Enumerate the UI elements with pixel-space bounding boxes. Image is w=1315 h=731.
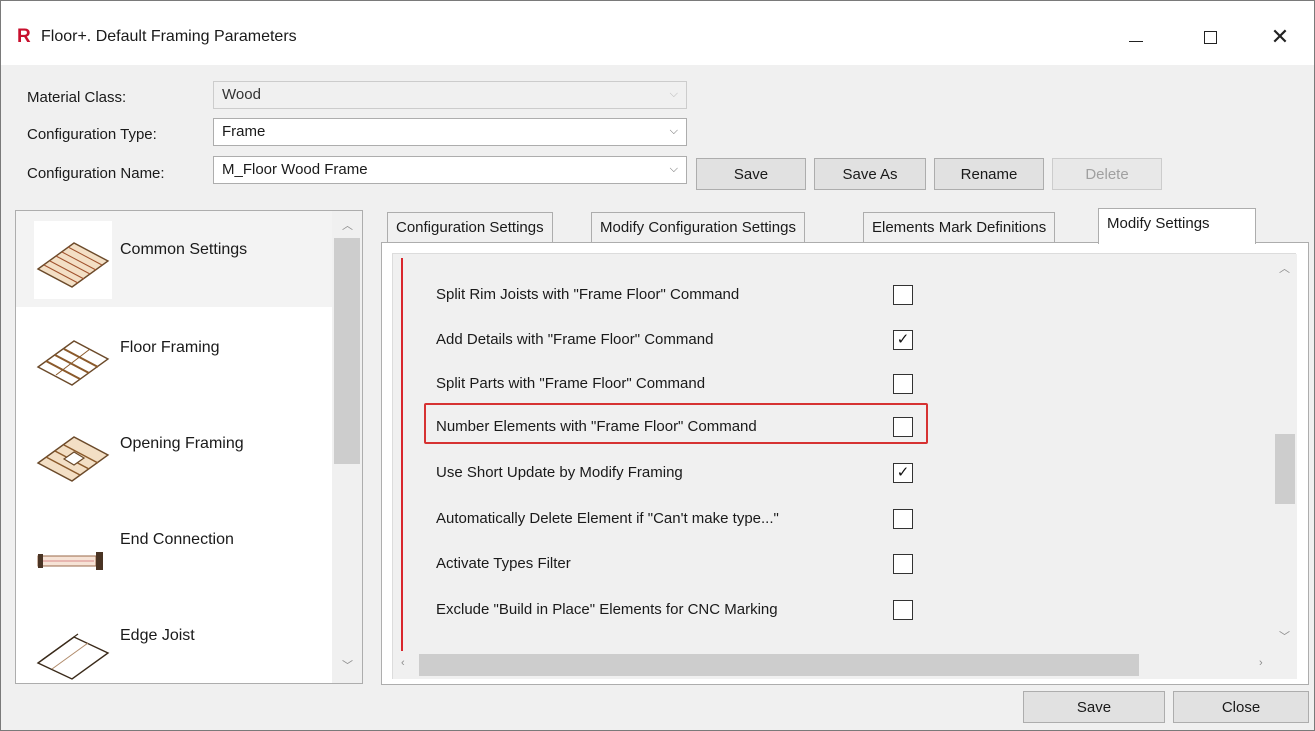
use-short-update-checkbox[interactable]: ✓	[893, 463, 913, 483]
window-title: Floor+. Default Framing Parameters	[41, 28, 297, 45]
activate-types-filter-checkbox[interactable]	[893, 554, 913, 574]
exclude-build-in-place-checkbox[interactable]	[893, 600, 913, 620]
list-item-label: Common Settings	[120, 241, 248, 258]
auto-delete-element-checkbox[interactable]	[893, 509, 913, 529]
revit-app-icon: R	[17, 26, 31, 47]
tab-modify-settings[interactable]: Modify Settings	[1098, 208, 1256, 244]
list-item-label: Floor Framing	[120, 339, 220, 356]
list-item-label: Opening Framing	[120, 435, 244, 452]
setting-label: Split Rim Joists with "Frame Floor" Comm…	[436, 286, 740, 303]
setting-label: Add Details with "Frame Floor" Command	[436, 331, 714, 348]
scroll-thumb[interactable]	[1275, 434, 1295, 504]
chevron-down-icon: ⌵	[669, 88, 678, 100]
close-window-button[interactable]: ✕	[1251, 15, 1309, 59]
floor-framing-icon	[36, 340, 110, 386]
scroll-right-icon[interactable]: ›	[1259, 657, 1263, 669]
list-item-common-settings[interactable]: Common Settings	[16, 211, 332, 307]
delete-button: Delete	[1052, 158, 1162, 190]
marker-line	[401, 258, 403, 653]
scroll-thumb[interactable]	[419, 654, 1139, 676]
tab-configuration-settings[interactable]: Configuration Settings	[387, 212, 553, 243]
scroll-left-icon[interactable]: ‹	[401, 657, 405, 669]
chevron-down-icon: ⌵	[669, 125, 678, 137]
dialog-window: R Floor+. Default Framing Parameters ✕ M…	[0, 0, 1315, 731]
common-settings-icon	[34, 221, 112, 299]
settings-vertical-scrollbar[interactable]: ︿ ﹀	[1269, 254, 1297, 651]
split-rim-joists-checkbox[interactable]	[893, 285, 913, 305]
configuration-name-value: M_Floor Wood Frame	[222, 161, 368, 178]
category-list: Common Settings Floor Framing Opening Fr…	[15, 210, 363, 684]
save-button[interactable]: Save	[1023, 691, 1165, 723]
end-connection-icon	[37, 552, 103, 570]
add-details-checkbox[interactable]: ✓	[893, 330, 913, 350]
minimize-icon	[1129, 40, 1143, 42]
configuration-name-label: Configuration Name:	[27, 165, 165, 182]
save-as-button[interactable]: Save As	[814, 158, 926, 190]
minimize-button[interactable]	[1107, 15, 1165, 59]
material-class-select: Wood ⌵	[213, 81, 687, 109]
edge-joist-icon	[36, 633, 110, 680]
split-parts-checkbox[interactable]	[893, 374, 913, 394]
list-item-label: End Connection	[120, 531, 234, 548]
scroll-thumb[interactable]	[334, 238, 360, 464]
settings-scroll-area: Split Rim Joists with "Frame Floor" Comm…	[392, 253, 1297, 679]
close-icon: ✕	[1270, 24, 1290, 49]
configuration-type-label: Configuration Type:	[27, 126, 157, 143]
list-item-label: Edge Joist	[120, 627, 195, 644]
setting-label: Automatically Delete Element if "Can't m…	[436, 510, 779, 527]
maximize-icon	[1203, 30, 1217, 44]
configuration-name-select[interactable]: M_Floor Wood Frame ⌵	[213, 156, 687, 184]
opening-framing-icon	[36, 436, 110, 482]
material-class-label: Material Class:	[27, 89, 127, 106]
settings-horizontal-scrollbar[interactable]: ‹ ›	[393, 651, 1297, 679]
scroll-up-icon[interactable]: ︿	[1279, 260, 1290, 276]
setting-label: Number Elements with "Frame Floor" Comma…	[436, 418, 757, 435]
setting-label: Use Short Update by Modify Framing	[436, 464, 683, 481]
list-item-floor-framing[interactable]: Floor Framing	[16, 309, 332, 405]
tab-modify-configuration-settings[interactable]: Modify Configuration Settings	[591, 212, 805, 243]
number-elements-checkbox[interactable]	[893, 417, 913, 437]
setting-label: Activate Types Filter	[436, 555, 571, 572]
configuration-type-select[interactable]: Frame ⌵	[213, 118, 687, 146]
close-button[interactable]: Close	[1173, 691, 1309, 723]
configuration-type-value: Frame	[222, 123, 266, 140]
scroll-up-icon[interactable]: ︿	[342, 217, 353, 233]
title-bar: R Floor+. Default Framing Parameters ✕	[1, 1, 1314, 65]
scroll-down-icon[interactable]: ﹀	[1279, 628, 1290, 644]
list-item-end-connection[interactable]: End Connection	[16, 501, 332, 597]
material-class-value: Wood	[222, 86, 261, 103]
tab-content: Split Rim Joists with "Frame Floor" Comm…	[381, 242, 1309, 685]
list-vertical-scrollbar[interactable]: ︿ ﹀	[332, 211, 362, 683]
list-item-edge-joist[interactable]: Edge Joist	[16, 597, 332, 693]
save-configuration-button[interactable]: Save	[696, 158, 806, 190]
maximize-button[interactable]	[1181, 15, 1239, 59]
tab-elements-mark-definitions[interactable]: Elements Mark Definitions	[863, 212, 1056, 243]
scroll-down-icon[interactable]: ﹀	[342, 657, 353, 673]
setting-label: Split Parts with "Frame Floor" Command	[436, 375, 706, 392]
list-item-opening-framing[interactable]: Opening Framing	[16, 405, 332, 501]
rename-button[interactable]: Rename	[934, 158, 1044, 190]
setting-label: Exclude "Build in Place" Elements for CN…	[436, 601, 778, 618]
chevron-down-icon: ⌵	[669, 163, 678, 175]
